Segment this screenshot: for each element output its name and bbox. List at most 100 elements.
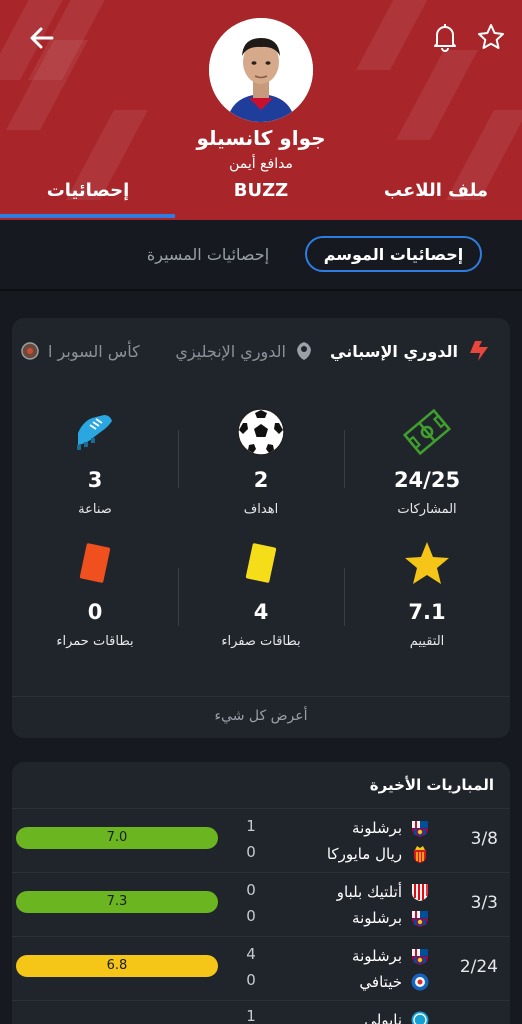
recent-matches-title: المباريات الأخيرة: [369, 776, 494, 794]
home-score: 1: [246, 1007, 256, 1024]
match-rating: 7.0: [16, 827, 218, 849]
season-stats-toggle[interactable]: إحصائيات الموسم: [305, 236, 482, 272]
match-row[interactable]: 3/8 برشلونة ريال مايوركا 1 0 7.0: [12, 808, 510, 872]
league-tab-laliga[interactable]: الدوري الإسباني: [330, 336, 492, 366]
red-card-icon: [79, 543, 111, 583]
stat-separator: [344, 568, 345, 626]
away-team: خيتافي: [359, 971, 430, 993]
player-position: مدافع أيمن: [229, 156, 293, 172]
home-team: برشلونة: [352, 817, 430, 839]
section-divider: [0, 289, 522, 291]
match-date: 2/24: [459, 957, 498, 977]
stat-label: صناعة: [78, 502, 112, 517]
notifications-button[interactable]: [428, 18, 462, 56]
away-team: ريال مايوركا: [327, 843, 430, 865]
home-team: أتلتيك بلباو: [337, 881, 430, 903]
barcelona-crest-icon: [412, 949, 428, 965]
tab-statistics[interactable]: إحصائيات: [28, 180, 148, 210]
stat-yellow-cards: 4 بطاقات صفراء: [186, 536, 336, 649]
match-row[interactable]: نابولي 1: [12, 1000, 510, 1024]
team-name: برشلونة: [352, 819, 402, 837]
match-date: 3/3: [470, 893, 498, 913]
stat-separator: [344, 430, 345, 488]
team-name: خيتافي: [359, 973, 402, 991]
stat-red-cards: 0 بطاقات حمراء: [20, 536, 170, 649]
stat-value: 3: [87, 468, 103, 492]
laliga-logo-icon: [470, 341, 488, 361]
player-name: جواو كانسيلو: [196, 126, 326, 150]
stat-label: اهداف: [243, 502, 279, 517]
match-rating: 6.8: [16, 955, 218, 977]
show-all-button[interactable]: أعرض كل شيء: [12, 708, 510, 724]
super-cup-logo-icon: [21, 342, 39, 360]
player-photo: [209, 18, 313, 122]
team-name: برشلونة: [352, 909, 402, 927]
team-name: برشلونة: [352, 947, 402, 965]
favorite-button[interactable]: [474, 18, 508, 56]
card-divider: [12, 696, 510, 697]
home-score: 0: [246, 881, 256, 899]
stat-separator: [178, 430, 179, 488]
team-name: أتلتيك بلباو: [336, 883, 402, 901]
ball-icon: [237, 408, 285, 456]
player-avatar: [209, 18, 313, 122]
stat-separator: [178, 568, 179, 626]
stat-value: 4: [253, 600, 269, 624]
stat-appearances: 24/25 المشاركات: [352, 404, 502, 517]
away-team: برشلونة: [352, 907, 430, 929]
header-decoration: [356, 0, 438, 70]
tab-buzz[interactable]: BUZZ: [210, 180, 312, 210]
team-name: نابولي: [364, 1011, 402, 1024]
recent-matches-card: المباريات الأخيرة 3/8 برشلونة ريال مايور: [12, 762, 510, 1024]
premier-league-logo-icon: [297, 342, 311, 360]
yellow-card-icon: [245, 543, 277, 583]
home-score: 1: [246, 817, 256, 835]
away-score: 0: [246, 971, 256, 989]
star-icon: [405, 542, 449, 584]
barcelona-crest-icon: [412, 911, 428, 927]
stat-rating: 7.1 التقييم: [352, 536, 502, 649]
mallorca-crest-icon: [414, 846, 426, 863]
league-tab-label: كأس السوبر ا: [48, 341, 140, 361]
league-tab-premier-league[interactable]: الدوري الإنجليزي: [175, 336, 314, 366]
player-header: جواو كانسيلو مدافع أيمن ملف اللاعب BUZZ …: [0, 0, 522, 220]
boot-icon: [77, 415, 112, 450]
stat-assists: 3 صناعة: [20, 404, 170, 517]
bell-icon: [434, 24, 456, 52]
stat-value: 0: [87, 600, 103, 624]
stat-value: 7.1: [408, 600, 446, 624]
match-row[interactable]: 3/3 أتلتيك بلباو برشلونة 0 0 7.3: [12, 872, 510, 936]
league-tab-label: الدوري الإسباني: [330, 341, 458, 361]
athletic-bilbao-crest-icon: [412, 884, 428, 901]
stat-value: 2: [253, 468, 269, 492]
star-outline-icon: [478, 24, 504, 49]
barcelona-crest-icon: [412, 821, 428, 837]
away-score: 0: [246, 907, 256, 925]
stat-label: المشاركات: [397, 502, 457, 517]
stat-label: بطاقات حمراء: [56, 634, 134, 649]
napoli-crest-icon: [411, 1011, 429, 1024]
active-tab-indicator: [0, 214, 175, 218]
stat-goals: 2 اهداف: [186, 404, 336, 517]
league-tab-label: الدوري الإنجليزي: [175, 341, 286, 361]
stat-label: التقييم: [409, 634, 445, 649]
stat-label: بطاقات صفراء: [221, 634, 301, 649]
career-stats-toggle[interactable]: إحصائيات المسيرة: [128, 236, 288, 272]
home-team: برشلونة: [352, 945, 430, 967]
back-button[interactable]: [22, 20, 62, 56]
getafe-crest-icon: [411, 973, 429, 991]
home-team: نابولي: [364, 1009, 430, 1024]
home-score: 4: [246, 945, 256, 963]
arrow-left-icon: [30, 27, 54, 49]
match-row[interactable]: 2/24 برشلونة خيتافي 4 0 6.8: [12, 936, 510, 1000]
stat-value: 24/25: [393, 468, 461, 492]
match-rating: 7.3: [16, 891, 218, 913]
match-date: 3/8: [470, 829, 498, 849]
tab-player-profile[interactable]: ملف اللاعب: [376, 180, 496, 210]
season-stats-card: الدوري الإسباني الدوري الإنجليزي كأس الس…: [12, 318, 510, 738]
pitch-icon: [402, 408, 452, 456]
team-name: ريال مايوركا: [326, 845, 402, 863]
away-score: 0: [246, 843, 256, 861]
player-stats-screen: جواو كانسيلو مدافع أيمن ملف اللاعب BUZZ …: [0, 0, 522, 1024]
league-tab-super-cup[interactable]: كأس السوبر ا: [20, 336, 140, 366]
